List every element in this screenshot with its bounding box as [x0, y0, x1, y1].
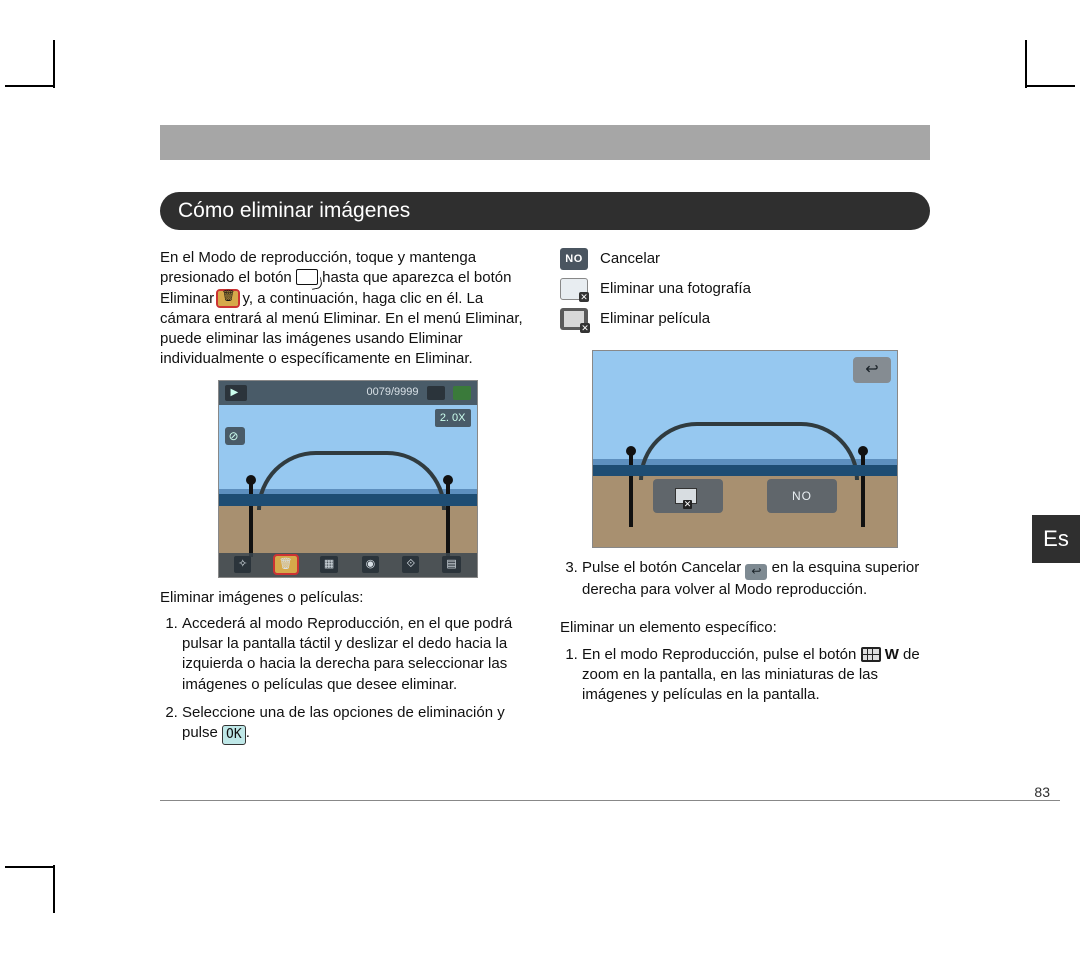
lamp-post	[249, 482, 253, 556]
camera-screenshot-playback: 0079/9999 2. 0X ✧ 🗑 ▦ ◉ ⟐ ▤	[218, 380, 478, 578]
zoom-w-icon: W	[885, 645, 899, 665]
text: En el modo Reproducción, pulse el botón	[582, 646, 861, 663]
protect-icon	[225, 427, 245, 445]
steps-list-2: En el modo Reproducción, pulse el botón …	[560, 645, 930, 706]
steps-list-continued: Pulse el botón Cancelar ↩ en la esquina …	[560, 558, 930, 600]
footer-rule	[160, 800, 1060, 801]
option-row: Eliminar película	[560, 308, 930, 330]
toolbar-item-delete: 🗑	[275, 556, 297, 573]
card-icon	[427, 386, 445, 400]
touch-icon	[296, 269, 318, 285]
back-icon: ↩	[745, 564, 767, 580]
ok-button-icon: OK	[222, 725, 246, 745]
text: Pulse el botón Cancelar	[582, 559, 745, 576]
lamp-post	[861, 453, 865, 527]
list-item: En el modo Reproducción, pulse el botón …	[582, 645, 930, 706]
dialog-delete-button	[653, 479, 723, 513]
option-label: Cancelar	[600, 249, 660, 269]
toolbar-item: ▦	[320, 556, 338, 573]
thumbnail-grid-icon	[861, 647, 881, 662]
option-label: Eliminar película	[600, 309, 710, 329]
text: .	[246, 724, 250, 741]
intro-paragraph: En el Modo de reproducción, toque y mant…	[160, 248, 535, 370]
crop-mark	[1025, 40, 1027, 88]
right-column: NO Cancelar Eliminar una fotografía Elim…	[560, 248, 930, 713]
crop-mark	[1027, 85, 1075, 87]
toolbar-item: ▤	[442, 556, 460, 573]
language-tab: Es	[1032, 515, 1080, 563]
left-column: En el Modo de reproducción, toque y mant…	[160, 248, 535, 753]
crop-mark	[5, 866, 53, 868]
crop-mark	[53, 865, 55, 913]
play-mode-icon	[225, 385, 247, 401]
delete-options-legend: NO Cancelar Eliminar una fotografía Elim…	[560, 248, 930, 330]
back-button-icon: ↩	[853, 357, 891, 383]
list-item: Seleccione una de las opciones de elimin…	[182, 703, 535, 745]
subheading: Eliminar imágenes o películas:	[160, 588, 535, 608]
section-title-pill: Cómo eliminar imágenes	[160, 192, 930, 230]
no-icon: NO	[560, 248, 588, 270]
image-counter: 0079/9999	[367, 385, 419, 400]
list-item: Pulse el botón Cancelar ↩ en la esquina …	[582, 558, 930, 600]
battery-icon	[453, 386, 471, 400]
lamp-post	[446, 482, 450, 556]
dialog-no-button: NO	[767, 479, 837, 513]
subheading: Eliminar un elemento específico:	[560, 618, 930, 638]
option-row: NO Cancelar	[560, 248, 930, 270]
lcd-bottom-toolbar: ✧ 🗑 ▦ ◉ ⟐ ▤	[219, 553, 477, 577]
lcd-top-bar: 0079/9999	[219, 381, 477, 405]
option-row: Eliminar una fotografía	[560, 278, 930, 300]
delete-photo-icon	[560, 278, 588, 300]
toolbar-item: ⟐	[402, 556, 419, 573]
toolbar-item: ✧	[234, 556, 251, 573]
steps-list: Accederá al modo Reproducción, en el que…	[160, 614, 535, 745]
zoom-badge: 2. 0X	[435, 409, 471, 428]
page-number: 83	[1034, 784, 1050, 800]
option-label: Eliminar una fotografía	[600, 279, 751, 299]
camera-screenshot-confirm: ↩ NO	[592, 350, 898, 548]
header-band	[160, 125, 930, 160]
crop-mark	[53, 40, 55, 88]
lamp-post	[629, 453, 633, 527]
delete-movie-icon	[560, 308, 588, 330]
trash-icon	[218, 291, 238, 306]
crop-mark	[5, 85, 53, 87]
list-item: Accederá al modo Reproducción, en el que…	[182, 614, 535, 695]
section-title: Cómo eliminar imágenes	[178, 199, 410, 223]
toolbar-item: ◉	[362, 556, 380, 573]
